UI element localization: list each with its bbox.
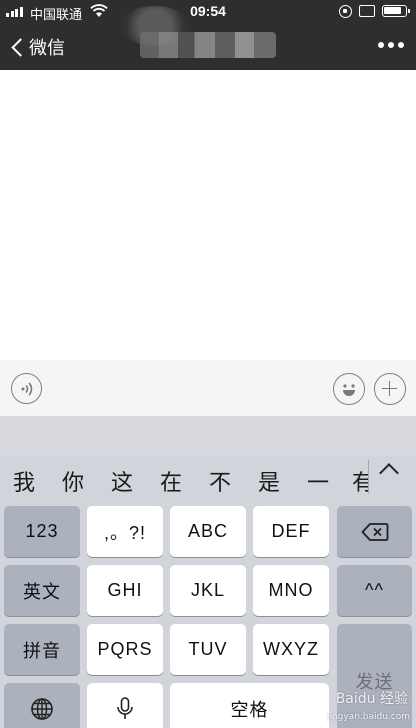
key-wxyz[interactable]: WXYZ [253, 624, 329, 675]
clock: 09:54 [190, 3, 226, 19]
delete-key[interactable] [337, 506, 412, 557]
globe-key[interactable] [4, 683, 80, 728]
chat-nav-bar: 微信 [0, 6, 416, 70]
candidate-word[interactable]: 我 [13, 465, 35, 497]
screen-mirroring-icon [359, 5, 375, 17]
watermark-url: jingyan.baidu.com [326, 712, 410, 722]
input-toolbar [0, 360, 416, 416]
candidate-bar: 我 你 这 在 不 是 一 有 [0, 456, 416, 502]
backspace-icon [361, 522, 388, 541]
candidate-word[interactable]: 你 [62, 465, 84, 497]
key-punctuation[interactable]: ,。?! [87, 506, 163, 557]
chevron-left-icon [11, 37, 30, 57]
top-bar: 中国联通 09:54 微信 [0, 0, 416, 70]
key-123[interactable]: 123 [4, 506, 80, 557]
key-tuv[interactable]: TUV [170, 624, 246, 675]
key-jkl[interactable]: JKL [170, 565, 246, 616]
plus-button[interactable] [374, 373, 406, 405]
candidate-word[interactable]: 不 [209, 465, 231, 497]
ellipsis-icon[interactable] [378, 42, 404, 48]
candidate-word[interactable]: 是 [258, 465, 280, 497]
voice-input-icon [21, 382, 33, 396]
status-bar: 中国联通 09:54 [0, 0, 416, 24]
back-button[interactable]: 微信 [8, 34, 65, 60]
key-emoticon[interactable]: ^^ [337, 565, 412, 616]
rotation-lock-icon [339, 5, 352, 18]
globe-icon [31, 697, 53, 720]
key-pinyin[interactable]: 拼音 [4, 624, 80, 675]
chat-title-blurred [140, 32, 276, 58]
candidate-word[interactable]: 有 [352, 465, 368, 497]
candidate-word[interactable]: 一 [307, 465, 329, 497]
mic-key[interactable] [87, 683, 163, 728]
chat-message-area[interactable] [0, 70, 416, 360]
key-pqrs[interactable]: PQRS [87, 624, 163, 675]
key-mno[interactable]: MNO [253, 565, 329, 616]
key-ghi[interactable]: GHI [87, 565, 163, 616]
voice-input-button[interactable] [11, 373, 42, 404]
emoji-button[interactable] [333, 373, 365, 405]
back-label: 微信 [29, 38, 65, 59]
space-key[interactable]: 空格 [170, 683, 329, 728]
key-english[interactable]: 英文 [4, 565, 80, 616]
key-def[interactable]: DEF [253, 506, 329, 557]
candidate-word[interactable]: 在 [160, 465, 182, 497]
watermark-logo: Baidu 经验 [335, 691, 408, 707]
chevron-up-icon[interactable] [379, 463, 399, 483]
keyboard-input-preview [0, 416, 416, 456]
key-abc[interactable]: ABC [170, 506, 246, 557]
battery-icon [382, 5, 410, 17]
candidate-word[interactable]: 这 [111, 465, 133, 497]
candidate-divider [368, 460, 369, 494]
microphone-icon [117, 696, 133, 719]
emoji-icon [343, 384, 355, 396]
